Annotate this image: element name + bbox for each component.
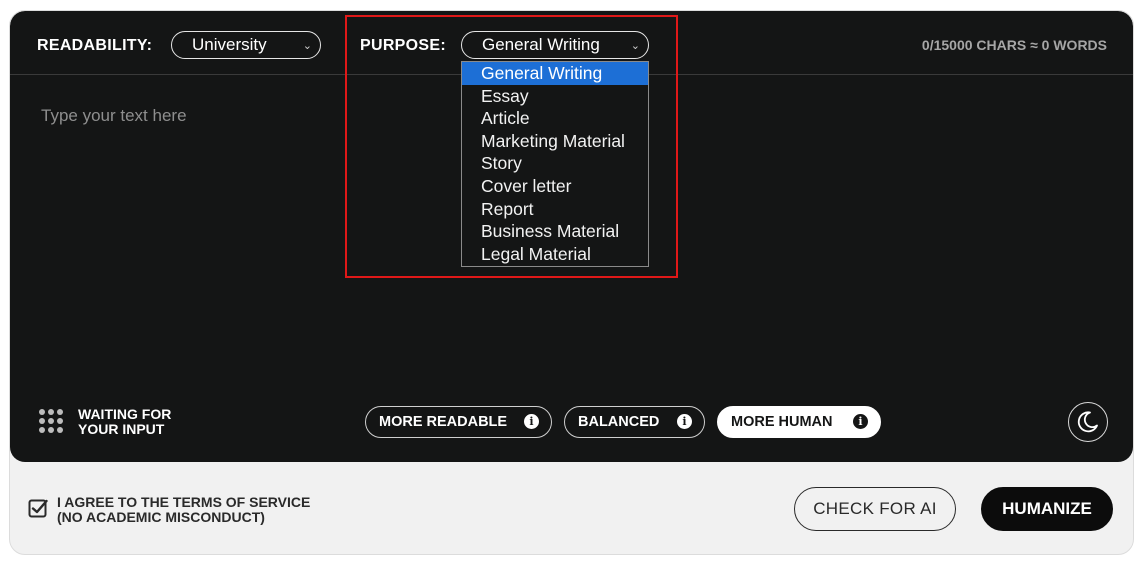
mode-more-readable-label: MORE READABLE [379,414,508,430]
terms-line-2: (NO ACADEMIC MISCONDUCT) [57,509,265,525]
purpose-select[interactable]: General Writing ⌄ [461,31,649,59]
purpose-option-marketing-material[interactable]: Marketing Material [462,130,648,153]
purpose-option-cover-letter[interactable]: Cover letter [462,175,648,198]
status-line-2: YOUR INPUT [78,421,165,437]
info-icon[interactable]: i [677,414,692,429]
purpose-dropdown-list[interactable]: General Writing Essay Article Marketing … [461,61,649,267]
purpose-option-essay[interactable]: Essay [462,85,648,108]
chevron-down-icon: ⌄ [630,40,640,52]
mode-more-human-label: MORE HUMAN [731,414,833,430]
checkbox-checked-icon[interactable] [28,498,48,518]
editor-area: READABILITY: University ⌄ PURPOSE: Gener… [10,11,1133,462]
purpose-option-legal-material[interactable]: Legal Material [462,243,648,266]
purpose-option-general-writing[interactable]: General Writing [462,62,648,85]
status-line-1: WAITING FOR [78,406,172,422]
humanizer-panel: READABILITY: University ⌄ PURPOSE: Gener… [9,10,1134,555]
info-icon[interactable]: i [853,414,868,429]
info-icon[interactable]: i [524,414,539,429]
mode-balanced-button[interactable]: BALANCED i [564,406,705,438]
purpose-option-story[interactable]: Story [462,152,648,175]
humanize-button[interactable]: HUMANIZE [981,487,1113,531]
dark-mode-toggle[interactable] [1068,402,1108,442]
readability-label: READABILITY: [37,37,153,54]
purpose-label: PURPOSE: [360,37,446,54]
check-for-ai-button[interactable]: CHECK FOR AI [794,487,956,531]
mode-more-human-button[interactable]: MORE HUMAN i [717,406,881,438]
purpose-option-article[interactable]: Article [462,107,648,130]
mode-balanced-label: BALANCED [578,414,660,430]
mode-more-readable-button[interactable]: MORE READABLE i [365,406,552,438]
purpose-select-value: General Writing [482,35,600,54]
purpose-option-business-material[interactable]: Business Material [462,220,648,243]
char-word-counter: 0/15000 CHARS ≈ 0 WORDS [921,37,1107,53]
readability-select[interactable]: University ⌄ [171,31,321,59]
dots-grid-icon [39,409,63,433]
terms-agreement-text: I AGREE TO THE TERMS OF SERVICE (NO ACAD… [57,495,357,525]
text-input-placeholder[interactable]: Type your text here [41,106,187,126]
status-text: WAITING FOR YOUR INPUT [78,407,218,437]
purpose-option-report[interactable]: Report [462,198,648,221]
terms-line-1: I AGREE TO THE TERMS OF SERVICE [57,494,311,510]
moon-icon [1077,411,1098,433]
readability-select-value: University [192,35,267,54]
chevron-down-icon: ⌄ [302,40,312,52]
